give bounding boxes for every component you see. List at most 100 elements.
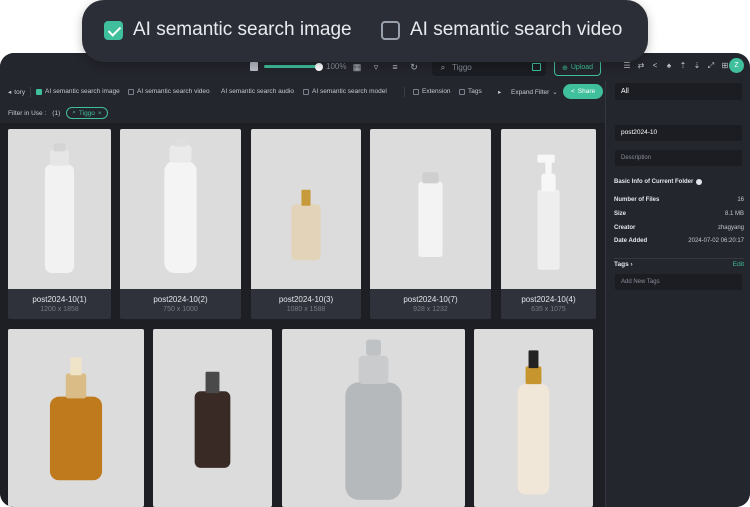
file-card[interactable]: post2024-10(2) 750 x 1000 [120, 129, 241, 319]
zoom-slider[interactable] [264, 62, 323, 71]
product-image [44, 143, 75, 273]
file-card[interactable]: post2024-10(1) 1200 x 1858 [8, 129, 111, 319]
file-thumbnail[interactable] [282, 329, 465, 507]
file-thumbnail[interactable] [153, 329, 272, 507]
chevron-down-icon: ⌄ [552, 89, 558, 96]
file-thumbnail[interactable] [370, 129, 491, 289]
label-date-added: Date Added [614, 238, 648, 244]
filter-extension[interactable]: Extension [413, 88, 451, 95]
file-card[interactable]: post2024-10(3) 1080 x 1588 [251, 129, 361, 319]
checkbox-ai-image[interactable] [36, 88, 42, 95]
folder-name-field[interactable]: post2024-10 [615, 125, 742, 141]
close-icon[interactable]: × [98, 110, 102, 117]
filter-extension-label: Extension [422, 88, 451, 95]
info-icon[interactable] [696, 179, 703, 185]
upload-arrow-icon[interactable]: ⇡ [679, 61, 687, 71]
image-search-icon[interactable] [532, 63, 541, 71]
share-label: Share [577, 88, 596, 95]
file-name: post2024-10(3) [278, 295, 334, 304]
file-thumbnail[interactable] [120, 129, 241, 289]
zoom-out-icon[interactable] [250, 62, 258, 71]
upload-label: Upload [570, 64, 594, 71]
history-item[interactable]: ◂ tory [8, 88, 25, 97]
filter-ai-model[interactable]: AI semantic search model [303, 88, 387, 95]
file-dimensions: 635 x 1075 [531, 306, 566, 313]
filter-icon[interactable]: ▿ [371, 62, 381, 72]
search-icon: ⌕ [440, 62, 446, 72]
grid-view-icon[interactable]: ▦ [352, 62, 362, 72]
filter-ai-image[interactable]: AI semantic search image [36, 88, 120, 95]
filter-ai-audio-label: AI semantic search audio [221, 88, 294, 95]
search-icon: ⌕ [72, 109, 76, 116]
zoom-control: 100% [250, 62, 346, 71]
avatar[interactable]: Z [729, 58, 744, 73]
filter-ai-video[interactable]: AI semantic search video [128, 88, 210, 95]
tags-label[interactable]: Tags › [614, 261, 633, 268]
filter-bar: ◂ tory AI semantic search image AI seman… [0, 81, 605, 103]
file-dimensions: 1080 x 1588 [286, 306, 326, 313]
file-thumbnail[interactable] [251, 129, 361, 289]
file-name: post2024-10(2) [153, 295, 208, 304]
value-date-added: 2024-07-02 06:20:17 [688, 238, 744, 244]
edit-tags-link[interactable]: Edit [733, 261, 744, 268]
grid-icon[interactable]: ⊞ [721, 61, 729, 71]
expand-filter-label: Expand Filter [511, 88, 550, 96]
filter-in-use-label: Filter in Use : [8, 109, 47, 117]
divider [30, 87, 31, 97]
file-thumbnail[interactable] [8, 129, 111, 289]
checkbox-extension[interactable] [413, 88, 419, 95]
share-button[interactable]: < Share [563, 84, 604, 99]
checkbox-ai-video[interactable] [128, 88, 134, 95]
file-card[interactable] [282, 329, 465, 507]
product-image [418, 172, 443, 257]
refresh-icon[interactable]: ↻ [409, 62, 419, 72]
filter-ai-audio[interactable]: AI semantic search audio [221, 88, 294, 95]
filter-chip[interactable]: ⌕ Tiggo × [66, 107, 108, 119]
filter-ai-image-label: AI semantic search image [45, 88, 120, 95]
file-card[interactable] [474, 329, 593, 507]
file-thumbnail[interactable] [474, 329, 593, 507]
option-ai-video[interactable]: AI semantic search video [381, 19, 622, 41]
checkbox-ai-image-large[interactable] [104, 20, 123, 40]
filter-tags[interactable]: Tags [459, 88, 482, 95]
option-ai-image[interactable]: AI semantic search image [104, 19, 352, 41]
checkbox-ai-video-large[interactable] [381, 20, 400, 40]
download-icon[interactable]: ⇣ [693, 61, 701, 71]
checkbox-tags[interactable] [459, 88, 465, 95]
share-icon: < [571, 88, 575, 95]
product-image [537, 154, 560, 270]
share-icon[interactable]: < [651, 61, 659, 71]
bell-icon[interactable]: ♠ [665, 61, 673, 71]
list-icon[interactable]: ☰ [623, 61, 631, 71]
file-card[interactable]: post2024-10(7) 928 x 1232 [370, 129, 491, 319]
scope-select[interactable]: All [615, 83, 742, 100]
checkbox-ai-model[interactable] [303, 88, 309, 95]
product-image [194, 371, 231, 468]
label-number-of-files: Number of Files [614, 197, 660, 203]
basic-info-label: Basic Info of Current Folder [614, 179, 694, 185]
file-name: post2024-10(4) [521, 295, 576, 304]
filter-ai-model-label: AI semantic search model [312, 88, 387, 95]
chevron-right-icon[interactable]: ▸ [498, 88, 501, 96]
value-number-of-files: 16 [737, 197, 744, 203]
file-thumbnail[interactable] [501, 129, 596, 289]
sort-icon[interactable]: ≡ [390, 62, 400, 72]
add-tags-field[interactable]: Add New Tags [615, 274, 742, 290]
description-field[interactable]: Description [615, 150, 742, 166]
basic-info-heading: Basic Info of Current Folder [614, 179, 703, 185]
chevron-left-icon: ◂ [8, 89, 12, 96]
search-input[interactable] [452, 63, 532, 72]
ai-search-toggle: AI semantic search image AI semantic sea… [82, 0, 648, 62]
row-number-of-files: Number of Files 16 [614, 197, 744, 203]
value-size: 8.1 MB [724, 211, 744, 217]
zoom-slider-knob[interactable] [315, 62, 323, 71]
expand-filter-button[interactable]: Expand Filter ⌄ [511, 88, 558, 97]
expand-icon[interactable]: ⤢ [707, 61, 715, 71]
file-card[interactable] [8, 329, 144, 507]
swap-icon[interactable]: ⇄ [637, 61, 645, 71]
file-thumbnail[interactable] [8, 329, 144, 507]
file-card[interactable]: post2024-10(4) 635 x 1075 [501, 129, 596, 319]
file-dimensions: 1200 x 1858 [40, 306, 79, 313]
file-card[interactable] [153, 329, 272, 507]
file-grid: post2024-10(1) 1200 x 1858 post2024-10(2) 7… [0, 123, 605, 507]
